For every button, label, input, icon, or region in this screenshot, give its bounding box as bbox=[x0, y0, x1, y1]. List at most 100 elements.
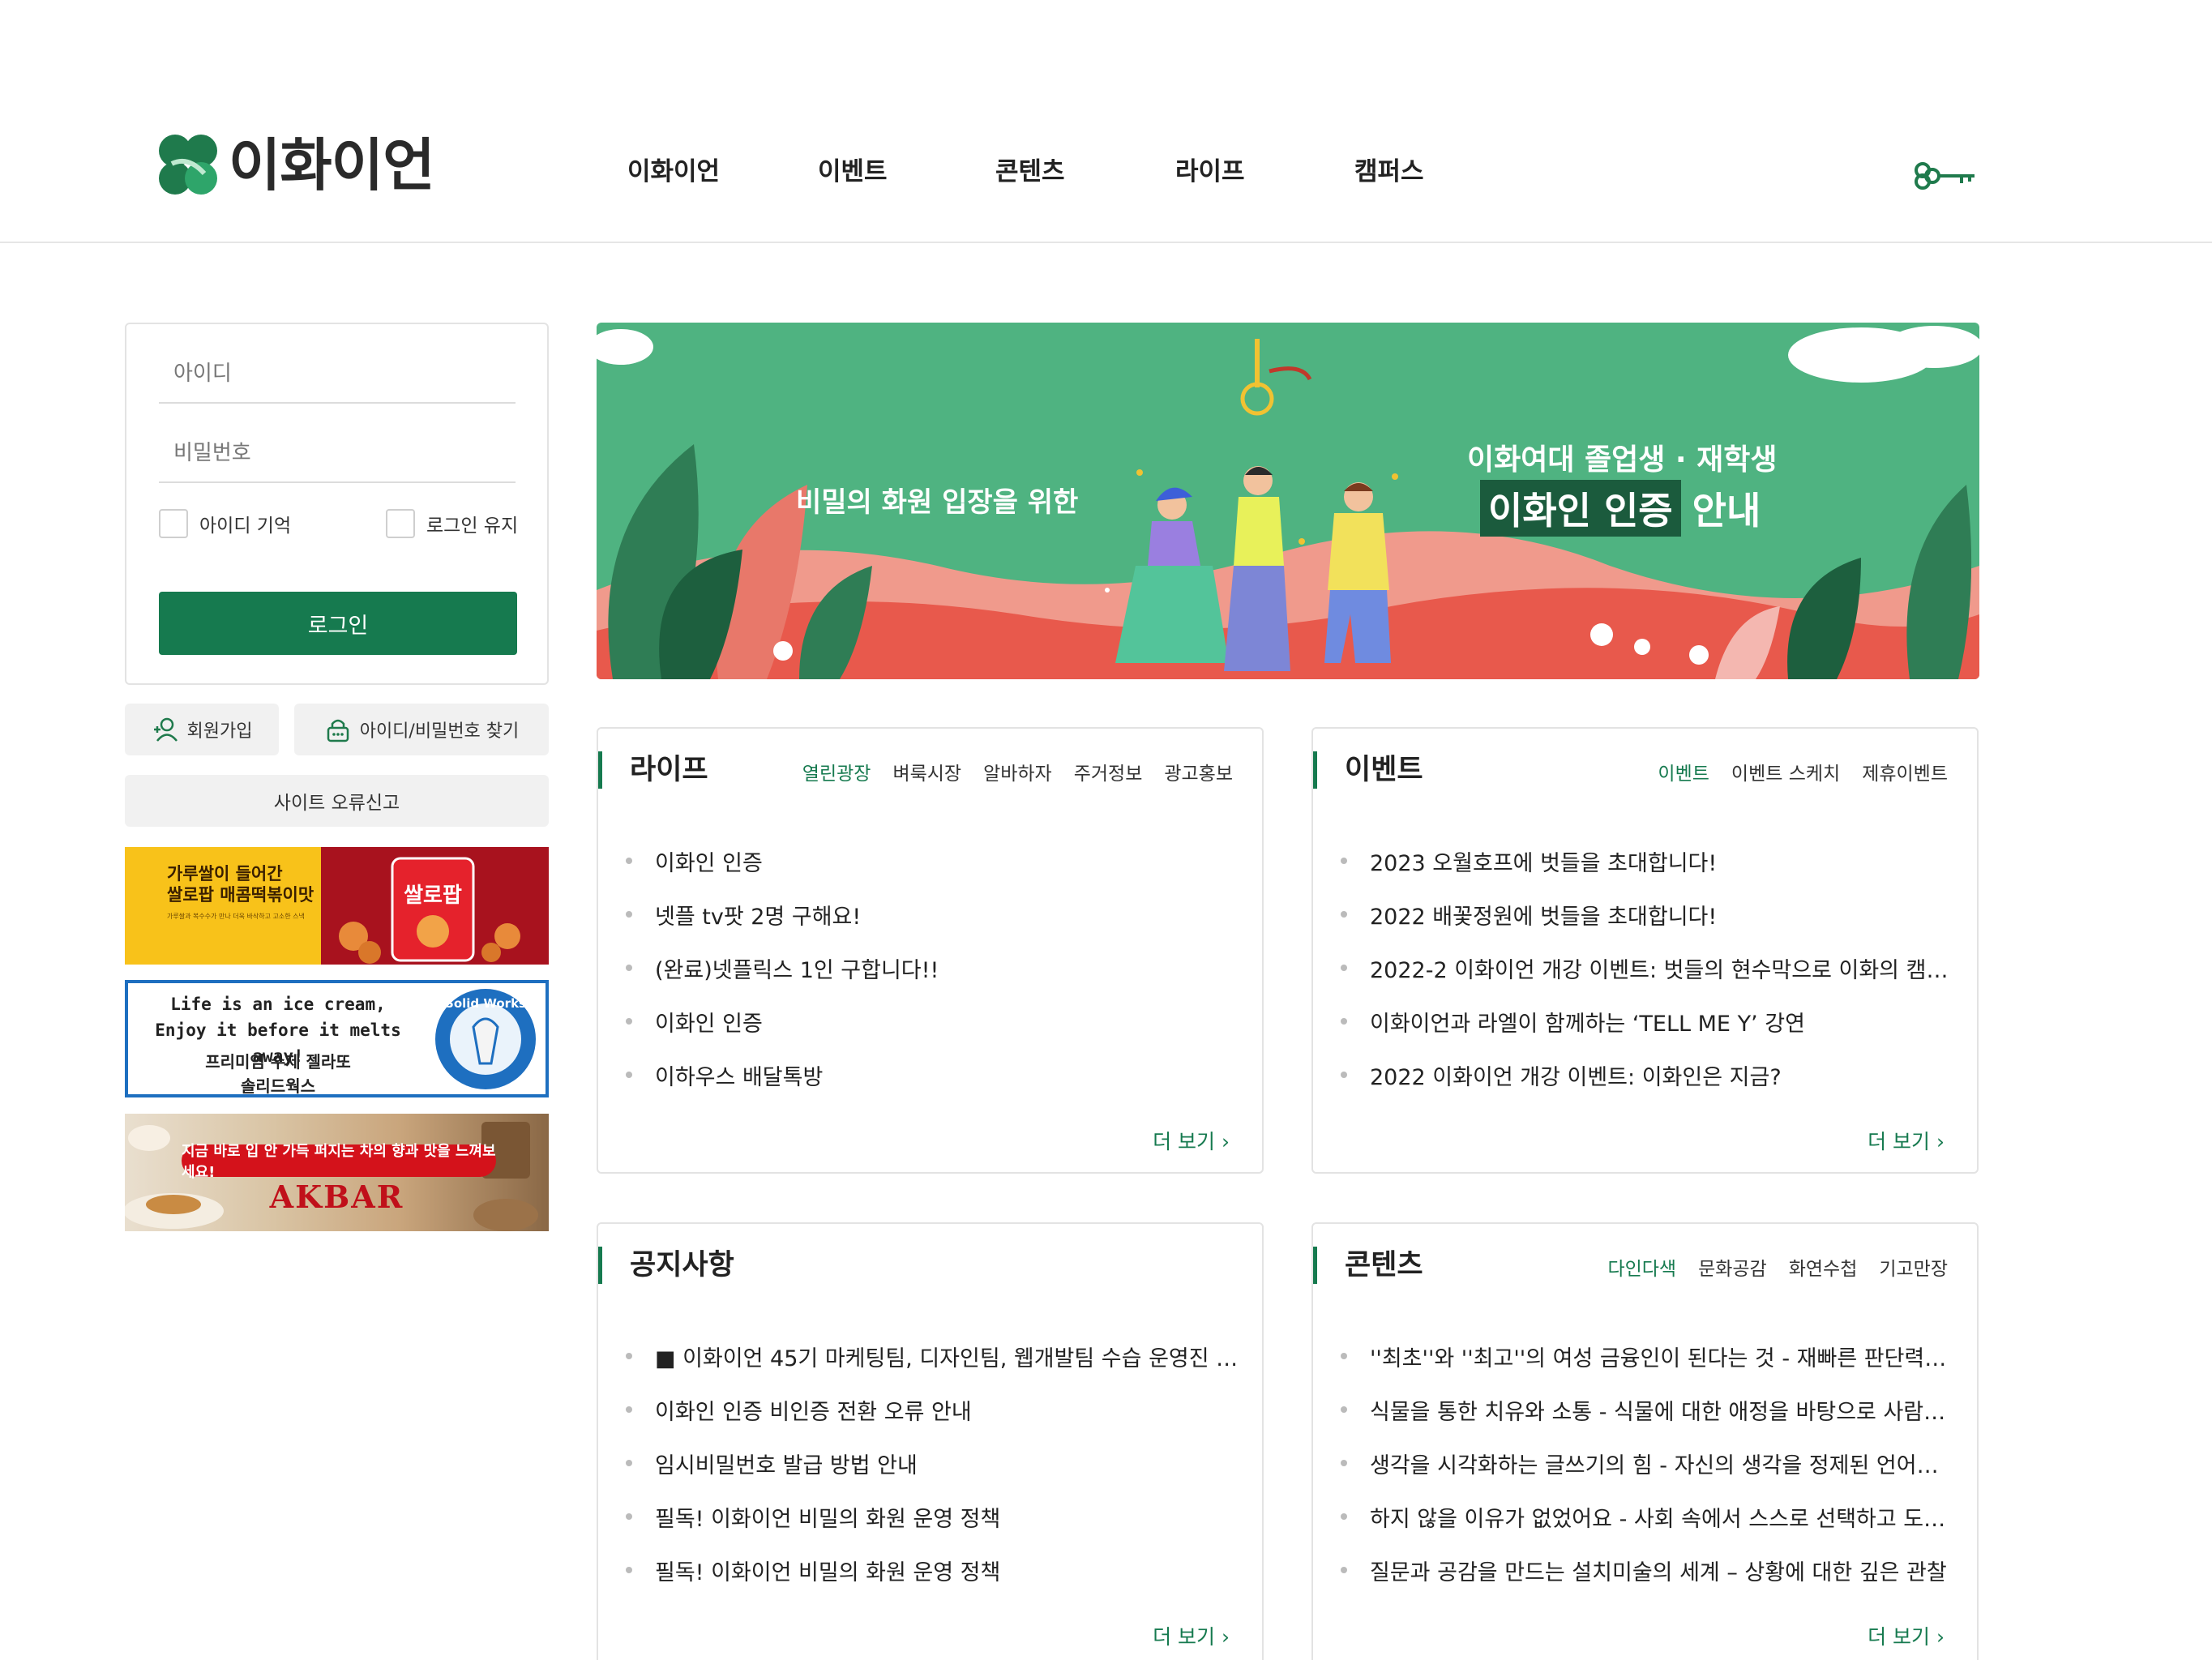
ad-banner-akbar[interactable]: 지금 바로 입 안 가득 퍼지는 차의 향과 맛을 느껴보세요! AKBAR bbox=[125, 1114, 549, 1231]
checkbox-box[interactable] bbox=[159, 509, 188, 538]
tab-contribution[interactable]: 기고만장 bbox=[1879, 1253, 1948, 1281]
tab-event-sketch[interactable]: 이벤트 스케치 bbox=[1731, 758, 1840, 785]
nav-item-campus[interactable]: 캠퍼스 bbox=[1354, 154, 1424, 190]
list-item[interactable]: 2022 배꽃정원에 벗들을 초대합니다! bbox=[1341, 888, 1957, 941]
keep-login-checkbox[interactable]: 로그인 유지 bbox=[386, 509, 518, 538]
more-label: 더 보기 bbox=[1153, 1130, 1216, 1153]
list-item-text: 필독! 이화이언 비밀의 화원 운영 정책 bbox=[655, 1506, 1001, 1532]
list-item-text: 임시비밀번호 발급 방법 안내 bbox=[655, 1452, 918, 1478]
list-item[interactable]: 2022-2 이화이언 개강 이벤트: 벗들의 현수막으로 이화의 캠퍼스를 채… bbox=[1341, 941, 1957, 995]
list-item-text: 이화인 인증 bbox=[655, 1011, 763, 1037]
list-item-text: 2022 이화이언 개강 이벤트: 이화인은 지금? bbox=[1370, 1064, 1782, 1090]
ad-solidworks-ko-line1: 프리미엄 수제 젤라또 bbox=[205, 1052, 351, 1072]
board-contents-more-link[interactable]: 더 보기 › bbox=[1868, 1621, 1945, 1650]
board-life-title: 라이프 bbox=[598, 751, 708, 789]
ad-ssalpop-line2: 쌀로팝 매콤떡볶이맛 bbox=[167, 885, 314, 905]
list-item[interactable]: ■ 이화이언 45기 마케팅팀, 디자인팀, 웹개발팀 수습 운영진 모집 bbox=[626, 1329, 1242, 1383]
nav-item-event[interactable]: 이벤트 bbox=[818, 154, 888, 190]
list-item[interactable]: 2022 이화이언 개강 이벤트: 이화인은 지금? bbox=[1341, 1048, 1957, 1102]
tab-flea-market[interactable]: 벼룩시장 bbox=[892, 758, 961, 785]
key-icon[interactable] bbox=[1913, 159, 1978, 191]
snack-bag-icon: 쌀로팝 bbox=[339, 857, 520, 964]
more-label: 더 보기 bbox=[1153, 1625, 1216, 1649]
board-event-title: 이벤트 bbox=[1313, 751, 1423, 789]
bullet-icon bbox=[1341, 1567, 1347, 1573]
bullet-icon bbox=[1341, 965, 1347, 971]
board-contents-list: ''최초''와 ''최고''의 여성 금융인이 된다는 것 - 재빠른 판단력과… bbox=[1341, 1329, 1957, 1597]
signup-button[interactable]: 회원가입 bbox=[125, 704, 279, 755]
main-banner[interactable]: 비밀의 화원 입장을 위한 이화여대 졸업생 · 재학생 이화인 인증 안내 bbox=[597, 323, 1979, 679]
list-item-text: 하지 않을 이유가 없었어요 - 사회 속에서 스스로 선택하고 도전하는 삶 bbox=[1370, 1506, 1957, 1532]
find-account-label: 아이디/비밀번호 찾기 bbox=[359, 721, 520, 742]
ad-solidworks-korean: 프리미엄 수제 젤라또 솔리드웍스 bbox=[136, 1050, 420, 1094]
password-input[interactable] bbox=[159, 425, 516, 483]
banner-right-line1: 이화여대 졸업생 · 재학생 bbox=[1467, 443, 1778, 477]
board-event-tabs: 이벤트 이벤트 스케치 제휴이벤트 bbox=[1658, 758, 1948, 785]
remember-id-checkbox[interactable]: 아이디 기억 bbox=[159, 509, 291, 538]
list-item-text: 넷플 tv팟 2명 구해요! bbox=[655, 904, 862, 930]
bullet-icon bbox=[1341, 1353, 1347, 1359]
list-item[interactable]: 이하우스 배달톡방 bbox=[626, 1048, 1242, 1102]
board-life-tabs: 열린광장 벼룩시장 알바하자 주거정보 광고홍보 bbox=[802, 758, 1233, 785]
board-event-more-link[interactable]: 더 보기 › bbox=[1868, 1126, 1945, 1155]
board-notice-more-link[interactable]: 더 보기 › bbox=[1153, 1621, 1230, 1650]
id-input[interactable] bbox=[159, 345, 516, 404]
add-user-icon bbox=[153, 717, 178, 742]
list-item[interactable]: (완료)넷플릭스 1인 구합니다!! bbox=[626, 941, 1242, 995]
nav-item-contents[interactable]: 콘텐츠 bbox=[995, 154, 1065, 190]
bullet-icon bbox=[626, 1513, 632, 1520]
tab-housing[interactable]: 주거정보 bbox=[1074, 758, 1143, 785]
keep-login-label: 로그인 유지 bbox=[426, 516, 519, 537]
ad-banner-ssalpop[interactable]: 가루쌀이 들어간 쌀로팝 매콤떡볶이맛 가루쌀과 복수수가 만나 더욱 바삭하고… bbox=[125, 847, 549, 965]
logo-text: 이화이언 bbox=[229, 132, 435, 199]
tab-event[interactable]: 이벤트 bbox=[1658, 758, 1709, 785]
nav-item-life[interactable]: 라이프 bbox=[1175, 154, 1245, 190]
tab-partner-event[interactable]: 제휴이벤트 bbox=[1862, 758, 1948, 785]
tab-notebook[interactable]: 화연수첩 bbox=[1789, 1253, 1858, 1281]
list-item[interactable]: ''최초''와 ''최고''의 여성 금융인이 된다는 것 - 재빠른 판단력과… bbox=[1341, 1329, 1957, 1383]
list-item-text: 이화이언과 라엘이 함께하는 ‘TELL ME Y’ 강연 bbox=[1370, 1011, 1805, 1037]
nav-item-ewhaian[interactable]: 이화이언 bbox=[627, 154, 720, 190]
list-item[interactable]: 2023 오월호프에 벗들을 초대합니다! bbox=[1341, 834, 1957, 888]
board-life-more-link[interactable]: 더 보기 › bbox=[1153, 1126, 1230, 1155]
board-event-list: 2023 오월호프에 벗들을 초대합니다! 2022 배꽃정원에 벗들을 초대합… bbox=[1341, 834, 1957, 1102]
banner-highlight: 이화인 인증 bbox=[1480, 480, 1681, 537]
tab-open-square[interactable]: 열린광장 bbox=[802, 758, 871, 785]
error-report-button[interactable]: 사이트 오류신고 bbox=[125, 775, 549, 827]
list-item[interactable]: 이화이언과 라엘이 함께하는 ‘TELL ME Y’ 강연 bbox=[1341, 995, 1957, 1048]
list-item[interactable]: 질문과 공감을 만드는 설치미술의 세계 – 상황에 대한 깊은 관찰 bbox=[1341, 1543, 1957, 1597]
list-item-text: 필독! 이화이언 비밀의 화원 운영 정책 bbox=[655, 1559, 1001, 1585]
list-item[interactable]: 이화인 인증 비인증 전환 오류 안내 bbox=[626, 1383, 1242, 1436]
tab-advertising[interactable]: 광고홍보 bbox=[1164, 758, 1233, 785]
bullet-icon bbox=[626, 965, 632, 971]
more-label: 더 보기 bbox=[1868, 1130, 1931, 1153]
ad-solidworks-en-line1: Life is an ice cream, bbox=[170, 995, 386, 1014]
tab-part-time[interactable]: 알바하자 bbox=[983, 758, 1052, 785]
list-item[interactable]: 식물을 통한 치유와 소통 - 식물에 대한 애정을 바탕으로 사람들과 소통하… bbox=[1341, 1383, 1957, 1436]
list-item-text: 2022 배꽃정원에 벗들을 초대합니다! bbox=[1370, 904, 1718, 930]
bullet-icon bbox=[626, 1406, 632, 1413]
list-item[interactable]: 넷플 tv팟 2명 구해요! bbox=[626, 888, 1242, 941]
checkbox-box[interactable] bbox=[386, 509, 415, 538]
list-item[interactable]: 하지 않을 이유가 없었어요 - 사회 속에서 스스로 선택하고 도전하는 삶 bbox=[1341, 1490, 1957, 1543]
list-item[interactable]: 이화인 인증 bbox=[626, 995, 1242, 1048]
ad-akbar-tagline: 지금 바로 입 안 가득 퍼지는 차의 향과 맛을 느껴보세요! bbox=[182, 1143, 496, 1181]
site-logo[interactable]: 이화이언 bbox=[154, 131, 435, 199]
list-item[interactable]: 이화인 인증 bbox=[626, 834, 1242, 888]
login-button[interactable]: 로그인 bbox=[159, 592, 517, 655]
chevron-right-icon: › bbox=[1936, 1130, 1945, 1153]
list-item[interactable]: 필독! 이화이언 비밀의 화원 운영 정책 bbox=[626, 1543, 1242, 1597]
tab-culture[interactable]: 문화공감 bbox=[1698, 1253, 1767, 1281]
board-contents-tabs: 다인다색 문화공감 화연수첩 기고만장 bbox=[1607, 1253, 1948, 1281]
list-item[interactable]: 필독! 이화이언 비밀의 화원 운영 정책 bbox=[626, 1490, 1242, 1543]
banner-right-rest: 안내 bbox=[1692, 489, 1761, 533]
list-item-text: 이하우스 배달톡방 bbox=[655, 1064, 824, 1090]
find-account-button[interactable]: 아이디/비밀번호 찾기 bbox=[294, 704, 549, 755]
tab-dain-dasaek[interactable]: 다인다색 bbox=[1607, 1253, 1676, 1281]
bullet-icon bbox=[1341, 1460, 1347, 1466]
ad-banner-solidworks[interactable]: Life is an ice cream, Enjoy it before it… bbox=[125, 980, 549, 1097]
bullet-icon bbox=[626, 1353, 632, 1359]
login-box: 아이디 기억 로그인 유지 로그인 bbox=[125, 323, 549, 685]
list-item[interactable]: 생각을 시각화하는 글쓰기의 힘 - 자신의 생각을 정제된 언어로 표현하는 … bbox=[1341, 1436, 1957, 1490]
list-item[interactable]: 임시비밀번호 발급 방법 안내 bbox=[626, 1436, 1242, 1490]
